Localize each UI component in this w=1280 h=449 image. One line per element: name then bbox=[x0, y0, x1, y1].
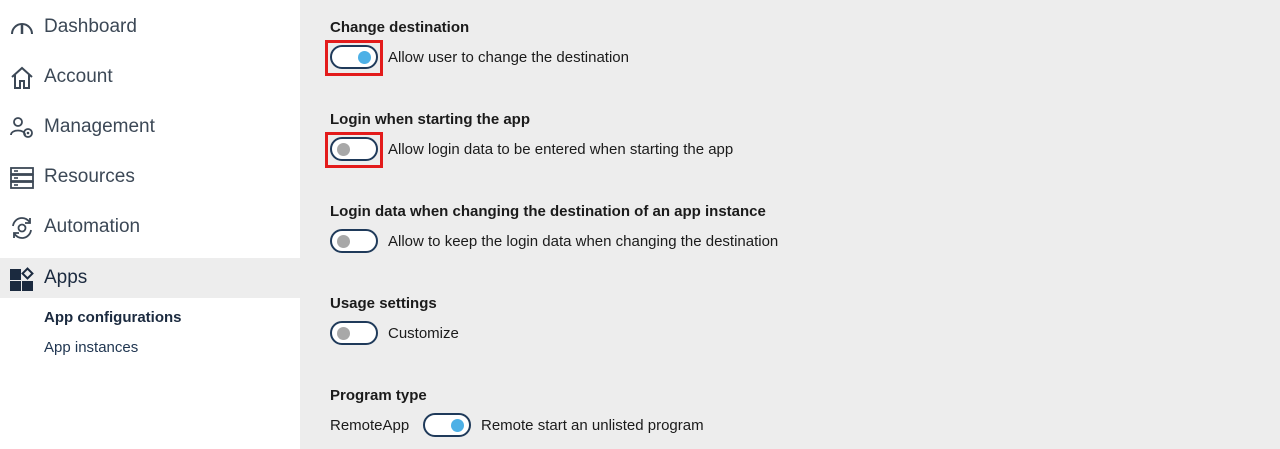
sidebar-item-management[interactable]: Management bbox=[0, 107, 300, 147]
sidebar-sub-item-app-instances[interactable]: App instances bbox=[44, 339, 138, 357]
program-type-toggle[interactable] bbox=[423, 413, 471, 437]
change-destination-toggle[interactable] bbox=[330, 45, 378, 69]
sidebar-item-label: Automation bbox=[44, 216, 141, 237]
sidebar-item-resources[interactable]: Resources bbox=[0, 157, 300, 197]
section-title-change-destination: Change destination bbox=[330, 19, 470, 36]
login-start-toggle[interactable] bbox=[330, 137, 378, 161]
sidebar: Dashboard Account Management Resources A… bbox=[0, 0, 300, 449]
server-icon bbox=[10, 167, 34, 189]
login-change-toggle[interactable] bbox=[330, 229, 378, 253]
settings-panel: Change destination Allow user to change … bbox=[300, 0, 1280, 449]
section-title-login-start: Login when starting the app bbox=[330, 111, 530, 128]
section-title-usage: Usage settings bbox=[330, 295, 437, 312]
sidebar-item-account[interactable]: Account bbox=[0, 57, 300, 97]
sidebar-item-label: Resources bbox=[44, 166, 135, 187]
usage-label: Customize bbox=[388, 325, 459, 342]
toggle-knob bbox=[337, 143, 350, 156]
gauge-icon bbox=[11, 23, 33, 35]
change-destination-label: Allow user to change the destination bbox=[388, 49, 629, 66]
toggle-knob bbox=[337, 235, 350, 248]
sidebar-item-label: Apps bbox=[44, 267, 88, 288]
home-icon bbox=[11, 66, 33, 89]
section-title-program-type: Program type bbox=[330, 387, 427, 404]
toggle-knob bbox=[337, 327, 350, 340]
program-type-label: Remote start an unlisted program bbox=[481, 417, 704, 434]
usage-toggle[interactable] bbox=[330, 321, 378, 345]
apps-grid-icon bbox=[10, 267, 34, 291]
cycle-gear-icon bbox=[12, 217, 32, 239]
users-gear-icon bbox=[10, 117, 33, 138]
program-type-left-label: RemoteApp bbox=[330, 417, 410, 434]
sidebar-item-label: Management bbox=[44, 116, 155, 137]
sidebar-item-apps[interactable]: Apps bbox=[0, 258, 300, 298]
sidebar-item-label: Dashboard bbox=[44, 16, 137, 37]
login-start-label: Allow login data to be entered when star… bbox=[388, 141, 734, 158]
sidebar-sub-item-app-configurations[interactable]: App configurations bbox=[44, 309, 182, 327]
sidebar-item-label: Account bbox=[44, 66, 113, 87]
sidebar-item-dashboard[interactable]: Dashboard bbox=[0, 7, 300, 47]
toggle-knob bbox=[451, 419, 464, 432]
toggle-knob bbox=[358, 51, 371, 64]
login-change-label: Allow to keep the login data when changi… bbox=[388, 233, 779, 250]
section-title-login-change: Login data when changing the destination… bbox=[330, 203, 766, 220]
sidebar-item-automation[interactable]: Automation bbox=[0, 207, 300, 247]
